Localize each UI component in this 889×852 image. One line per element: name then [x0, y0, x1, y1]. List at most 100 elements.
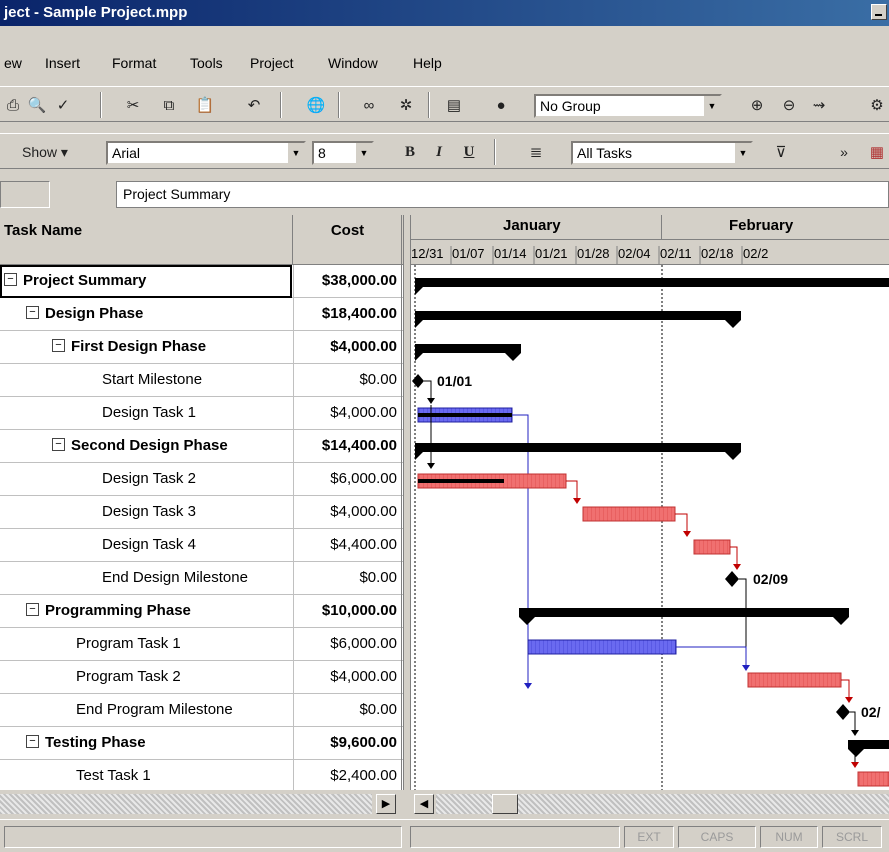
menu-project[interactable]: Project: [250, 55, 294, 71]
table-row[interactable]: − Programming Phase $10,000.00: [0, 595, 403, 628]
spelling-icon[interactable]: ✓: [52, 94, 74, 116]
notes-icon[interactable]: ●: [490, 94, 512, 116]
milestone-date-label: 01/01: [437, 373, 472, 389]
align-left-icon[interactable]: ≣: [525, 141, 547, 163]
table-row[interactable]: End Program Milestone $0.00: [0, 694, 403, 727]
network-diagram-icon[interactable]: ▦: [866, 141, 888, 163]
task-cost: $9,600.00: [294, 727, 402, 760]
undo-icon[interactable]: ↶: [243, 94, 265, 116]
status-info-panel: [410, 826, 620, 848]
paste-icon[interactable]: 📋: [194, 94, 216, 116]
task-cost: $0.00: [294, 364, 402, 397]
status-bar: EXT CAPS NUM SCRL: [0, 819, 889, 852]
timescale-header: January February 12/31 01/07 01/14 01/21…: [411, 215, 889, 265]
show-button[interactable]: Show ▾: [2, 141, 88, 163]
font-size-combo[interactable]: 8 ▼: [312, 141, 374, 165]
print-icon[interactable]: ⎙: [2, 94, 24, 116]
task-cost: $0.00: [294, 694, 402, 727]
task-name: Design Task 2: [102, 470, 196, 487]
table-row[interactable]: Program Task 2 $4,000.00: [0, 661, 403, 694]
task-cost: $14,400.00: [294, 430, 402, 463]
table-row[interactable]: − Testing Phase $9,600.00: [0, 727, 403, 760]
table-row[interactable]: − Second Design Phase $14,400.00: [0, 430, 403, 463]
column-header-task-name[interactable]: Task Name: [0, 215, 293, 265]
font-combo[interactable]: Arial ▼: [106, 141, 306, 165]
collapse-icon[interactable]: −: [4, 272, 17, 286]
table-row[interactable]: Design Task 3 $4,000.00: [0, 496, 403, 529]
table-row[interactable]: Program Task 1 $6,000.00: [0, 628, 403, 661]
task-cost: $2,400.00: [294, 760, 402, 790]
table-row[interactable]: − First Design Phase $4,000.00: [0, 331, 403, 364]
task-name: First Design Phase: [71, 338, 207, 355]
cut-icon[interactable]: ✂: [122, 94, 144, 116]
table-row[interactable]: End Design Milestone $0.00: [0, 562, 403, 595]
menu-view[interactable]: ew: [4, 55, 22, 71]
timescale-month: January: [503, 217, 561, 234]
go-to-task-icon[interactable]: ⇝: [808, 94, 830, 116]
app-window: ject - Sample Project.mpp ew Insert Form…: [0, 0, 889, 852]
font-size-value: 8: [318, 145, 326, 161]
collapse-icon[interactable]: −: [26, 305, 39, 319]
table-row[interactable]: − Project Summary $38,000.00: [0, 265, 403, 298]
menu-tools[interactable]: Tools: [190, 55, 223, 71]
hyperlink-globe-icon[interactable]: 🌐: [305, 94, 327, 116]
entry-field[interactable]: Project Summary: [116, 181, 889, 208]
font-combo-value: Arial: [112, 145, 141, 161]
scroll-left-icon[interactable]: ◀: [414, 794, 434, 814]
toolbar-more-icon[interactable]: »: [833, 141, 855, 163]
table-row[interactable]: − Design Phase $18,400.00: [0, 298, 403, 331]
task-name: Design Task 4: [102, 536, 196, 553]
dropdown-arrow-icon[interactable]: ▼: [287, 143, 304, 163]
autofilter-icon[interactable]: ⊽: [770, 141, 792, 163]
copy-icon[interactable]: ⧉: [158, 94, 180, 116]
menu-format[interactable]: Format: [112, 55, 156, 71]
task-cost: $6,000.00: [294, 628, 402, 661]
entry-bar: Project Summary: [0, 178, 889, 212]
bold-button[interactable]: B: [399, 141, 421, 163]
print-preview-icon[interactable]: 🔍: [26, 94, 48, 116]
table-header: Task Name Cost: [0, 215, 403, 265]
zoom-in-icon[interactable]: ⊕: [746, 94, 768, 116]
table-row[interactable]: Start Milestone $0.00: [0, 364, 403, 397]
dropdown-arrow-icon[interactable]: ▼: [355, 143, 372, 163]
table-row[interactable]: Design Task 2 $6,000.00: [0, 463, 403, 496]
copy-picture-icon[interactable]: ⚙: [866, 94, 888, 116]
group-combo-value: No Group: [540, 98, 601, 114]
minimize-button[interactable]: [871, 4, 887, 20]
pane-splitter[interactable]: [403, 215, 411, 790]
dropdown-arrow-icon[interactable]: ▼: [703, 96, 720, 116]
scroll-thumb[interactable]: [492, 794, 518, 814]
task-name: Design Phase: [45, 305, 144, 322]
collapse-icon[interactable]: −: [26, 602, 39, 616]
task-name: Testing Phase: [45, 734, 146, 751]
standard-toolbar: ⎙ 🔍 ✓ ✂ ⧉ 📋 ↶ 🌐 ∞ ✲ ▤ ● No Group ▼ ⊕ ⊖ ⇝…: [0, 86, 889, 122]
collapse-icon[interactable]: −: [52, 437, 65, 451]
menu-help[interactable]: Help: [413, 55, 442, 71]
filter-combo[interactable]: All Tasks ▼: [571, 141, 753, 165]
task-information-icon[interactable]: ▤: [443, 94, 465, 116]
collapse-icon[interactable]: −: [52, 338, 65, 352]
table-scroll-track[interactable]: [0, 794, 372, 814]
scroll-right-icon[interactable]: ▶: [376, 794, 396, 814]
status-caps: CAPS: [678, 826, 756, 848]
task-cost: $18,400.00: [294, 298, 402, 331]
group-combo[interactable]: No Group ▼: [534, 94, 722, 118]
milestone-date-label: 02/09: [753, 571, 788, 587]
collapse-icon[interactable]: −: [26, 734, 39, 748]
task-name: Project Summary: [23, 272, 147, 289]
table-row[interactable]: Design Task 1 $4,000.00: [0, 397, 403, 430]
italic-button[interactable]: I: [428, 141, 450, 163]
unlink-tasks-icon[interactable]: ✲: [395, 94, 417, 116]
zoom-out-icon[interactable]: ⊖: [778, 94, 800, 116]
column-header-cost[interactable]: Cost: [294, 215, 402, 265]
status-message-panel: [4, 826, 402, 848]
task-cost: $0.00: [294, 562, 402, 595]
table-row[interactable]: Test Task 1 $2,400.00: [0, 760, 403, 790]
task-name: Program Task 1: [76, 635, 181, 652]
underline-button[interactable]: U: [458, 141, 480, 163]
dropdown-arrow-icon[interactable]: ▼: [734, 143, 751, 163]
table-row[interactable]: Design Task 4 $4,400.00: [0, 529, 403, 562]
link-tasks-icon[interactable]: ∞: [358, 94, 380, 116]
menu-window[interactable]: Window: [328, 55, 378, 71]
menu-insert[interactable]: Insert: [45, 55, 80, 71]
